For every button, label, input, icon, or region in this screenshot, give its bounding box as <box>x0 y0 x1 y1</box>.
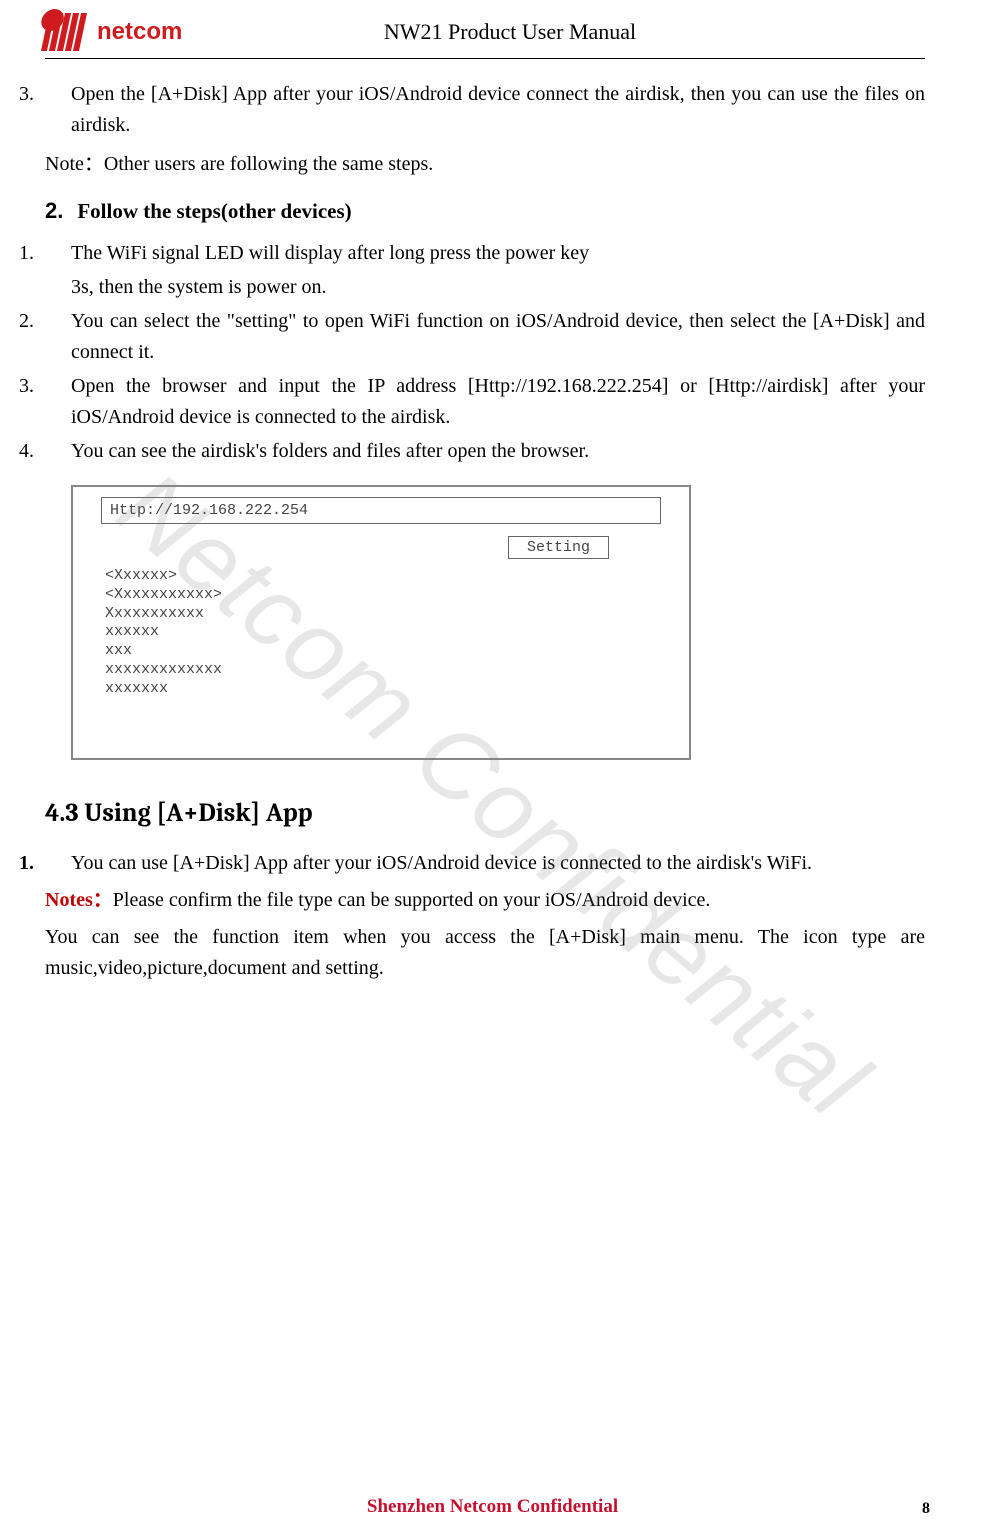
list-item: xxxxxxx <box>105 680 679 699</box>
notes-label: Notes： <box>45 889 113 911</box>
section-heading: 2. Follow the steps(other devices) <box>45 198 925 224</box>
list-item: Xxxxxxxxxxx <box>105 605 679 624</box>
list-item: 3.Open the [A+Disk] App after your iOS/A… <box>45 79 925 141</box>
logo-text: netcom <box>97 18 182 46</box>
body-text: 3s, then the system is power on. <box>45 272 925 303</box>
list-number: 1. <box>45 238 71 269</box>
footer-text: Shenzhen Netcom Confidential <box>0 1496 985 1518</box>
list-item: xxxxxxxxxxxxx <box>105 661 679 680</box>
notes-line: Notes：Please confirm the file type can b… <box>45 885 925 916</box>
setting-button[interactable]: Setting <box>508 536 609 559</box>
body-text: You can use [A+Disk] App after your iOS/… <box>71 852 812 874</box>
list-item: <Xxxxxxxxxxx> <box>105 586 679 605</box>
body-text: The WiFi signal LED will display after l… <box>71 242 589 264</box>
list-item: 1.You can use [A+Disk] App after your iO… <box>45 848 925 879</box>
body-text: You can see the function item when you a… <box>45 922 925 984</box>
list-number: 3. <box>45 79 71 110</box>
file-list: <Xxxxxx> <Xxxxxxxxxxx> Xxxxxxxxxxx xxxxx… <box>83 567 679 698</box>
list-number: 3. <box>45 371 71 402</box>
list-item: 4.You can see the airdisk's folders and … <box>45 436 925 467</box>
browser-screenshot: Http://192.168.222.254 Setting <Xxxxxx> … <box>71 485 691 760</box>
section-number: 2. <box>45 198 63 223</box>
logo-stripes-icon <box>41 13 99 51</box>
list-item: xxx <box>105 642 679 661</box>
list-number: 2. <box>45 306 71 337</box>
body-text: Please confirm the file type can be supp… <box>113 889 711 911</box>
list-number: 1. <box>45 848 71 879</box>
list-number: 4. <box>45 436 71 467</box>
list-item: 3.Open the browser and input the IP addr… <box>45 371 925 433</box>
note-text: Note：Other users are following the same … <box>45 149 925 180</box>
list-item: xxxxxx <box>105 623 679 642</box>
address-bar[interactable]: Http://192.168.222.254 <box>101 497 661 524</box>
list-item: 2.You can select the "setting" to open W… <box>45 306 925 368</box>
body-text: Open the [A+Disk] App after your iOS/And… <box>71 83 925 136</box>
logo: netcom <box>45 10 215 54</box>
body-text: Open the browser and input the IP addres… <box>71 375 925 428</box>
list-item: 1.The WiFi signal LED will display after… <box>45 238 925 269</box>
body-text: You can see the airdisk's folders and fi… <box>71 440 589 462</box>
page-title: NW21 Product User Manual <box>215 19 925 45</box>
page-header: netcom NW21 Product User Manual <box>45 10 925 54</box>
section-heading: 4.3 Using [A+Disk] App <box>45 798 925 828</box>
page-number: 8 <box>922 1500 930 1518</box>
header-divider <box>45 58 925 59</box>
list-item: <Xxxxxx> <box>105 567 679 586</box>
body-text: You can select the "setting" to open WiF… <box>71 310 925 363</box>
section-title: Follow the steps(other devices) <box>77 199 351 223</box>
